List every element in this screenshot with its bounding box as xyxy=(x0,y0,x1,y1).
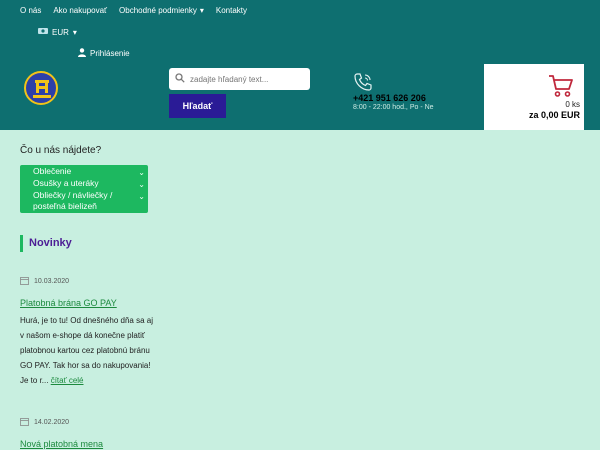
search-input[interactable] xyxy=(190,74,305,84)
nav-contacts[interactable]: Kontakty xyxy=(216,6,247,15)
news-heading: Novinky xyxy=(20,235,72,252)
nav-about-label: O nás xyxy=(20,6,42,15)
chevron-down-icon: ▾ xyxy=(72,27,77,37)
phone-number[interactable]: +421 951 626 206 xyxy=(353,93,426,103)
chevron-down-icon: ⌄ xyxy=(138,168,145,177)
calendar-icon xyxy=(20,417,29,428)
news-post: 14.02.2020 Nová platobná mena xyxy=(20,417,155,449)
cart-icon xyxy=(548,74,574,103)
login-link[interactable]: Prihlásenie xyxy=(78,48,130,59)
opening-hours: 8:00 - 22:00 hod., Po - Ne xyxy=(353,104,434,111)
category-label: Obliečky / návliečky / posteľná bielizeň xyxy=(33,190,113,211)
post-date-text: 14.02.2020 xyxy=(34,419,70,426)
read-more-link[interactable]: čítať celé xyxy=(51,376,84,385)
chevron-down-icon: ▾ xyxy=(199,6,204,15)
logo[interactable] xyxy=(24,71,58,105)
post-excerpt: Hurá, je to tu! Od dnešného dňa sa aj v … xyxy=(20,313,155,388)
nav-contacts-label: Kontakty xyxy=(215,6,248,15)
category-clothing[interactable]: Oblečenie ⌄ xyxy=(20,166,148,178)
category-towels[interactable]: Osušky a uteráky ⌄ xyxy=(20,178,148,190)
user-icon xyxy=(78,48,86,59)
news-post: 10.03.2020 Platobná brána GO PAY Hurá, j… xyxy=(20,276,155,388)
nav-how-to-buy[interactable]: Ako nakupovať xyxy=(53,6,107,15)
post-date-text: 10.03.2020 xyxy=(34,278,70,285)
calendar-icon xyxy=(20,276,29,287)
search-box xyxy=(169,68,310,90)
cart-widget[interactable]: 0 ks za 0,00 EUR xyxy=(484,64,584,130)
category-label: Oblečenie xyxy=(33,166,72,176)
category-label: Osušky a uteráky xyxy=(33,178,99,188)
post-excerpt-text: Hurá, je to tu! Od dnešného dňa sa aj v … xyxy=(20,316,153,385)
search-button[interactable]: Hľadať xyxy=(169,94,226,118)
nav-terms-label: Obchodné podmienky xyxy=(119,6,197,15)
post-date: 10.03.2020 xyxy=(20,276,155,287)
category-bedding[interactable]: Obliečky / návliečky / posteľná bielizeň… xyxy=(20,190,148,212)
search-icon xyxy=(175,70,185,88)
nav-terms[interactable]: Obchodné podmienky ▾ xyxy=(119,6,204,15)
currency-label: EUR xyxy=(52,27,69,37)
top-navigation: O nás Ako nakupovať Obchodné podmienky ▾ … xyxy=(20,6,259,15)
post-date: 14.02.2020 xyxy=(20,417,155,428)
login-label: Prihlásenie xyxy=(90,49,130,58)
chevron-down-icon: ⌄ xyxy=(138,192,145,201)
money-icon xyxy=(38,27,48,37)
currency-selector[interactable]: EUR ▾ xyxy=(38,27,77,37)
cart-count: 0 ks xyxy=(565,100,580,109)
post-title-link[interactable]: Nová platobná mena xyxy=(20,439,155,449)
cart-total: za 0,00 EUR xyxy=(528,110,580,120)
nav-how-to-buy-label: Ako nakupovať xyxy=(53,6,108,15)
category-menu: Oblečenie ⌄ Osušky a uteráky ⌄ Obliečky … xyxy=(20,165,148,213)
chevron-down-icon: ⌄ xyxy=(138,180,145,189)
categories-heading: Čo u nás nájdete? xyxy=(20,145,102,156)
nav-about[interactable]: O nás xyxy=(20,6,41,15)
post-title-link[interactable]: Platobná brána GO PAY xyxy=(20,298,155,308)
